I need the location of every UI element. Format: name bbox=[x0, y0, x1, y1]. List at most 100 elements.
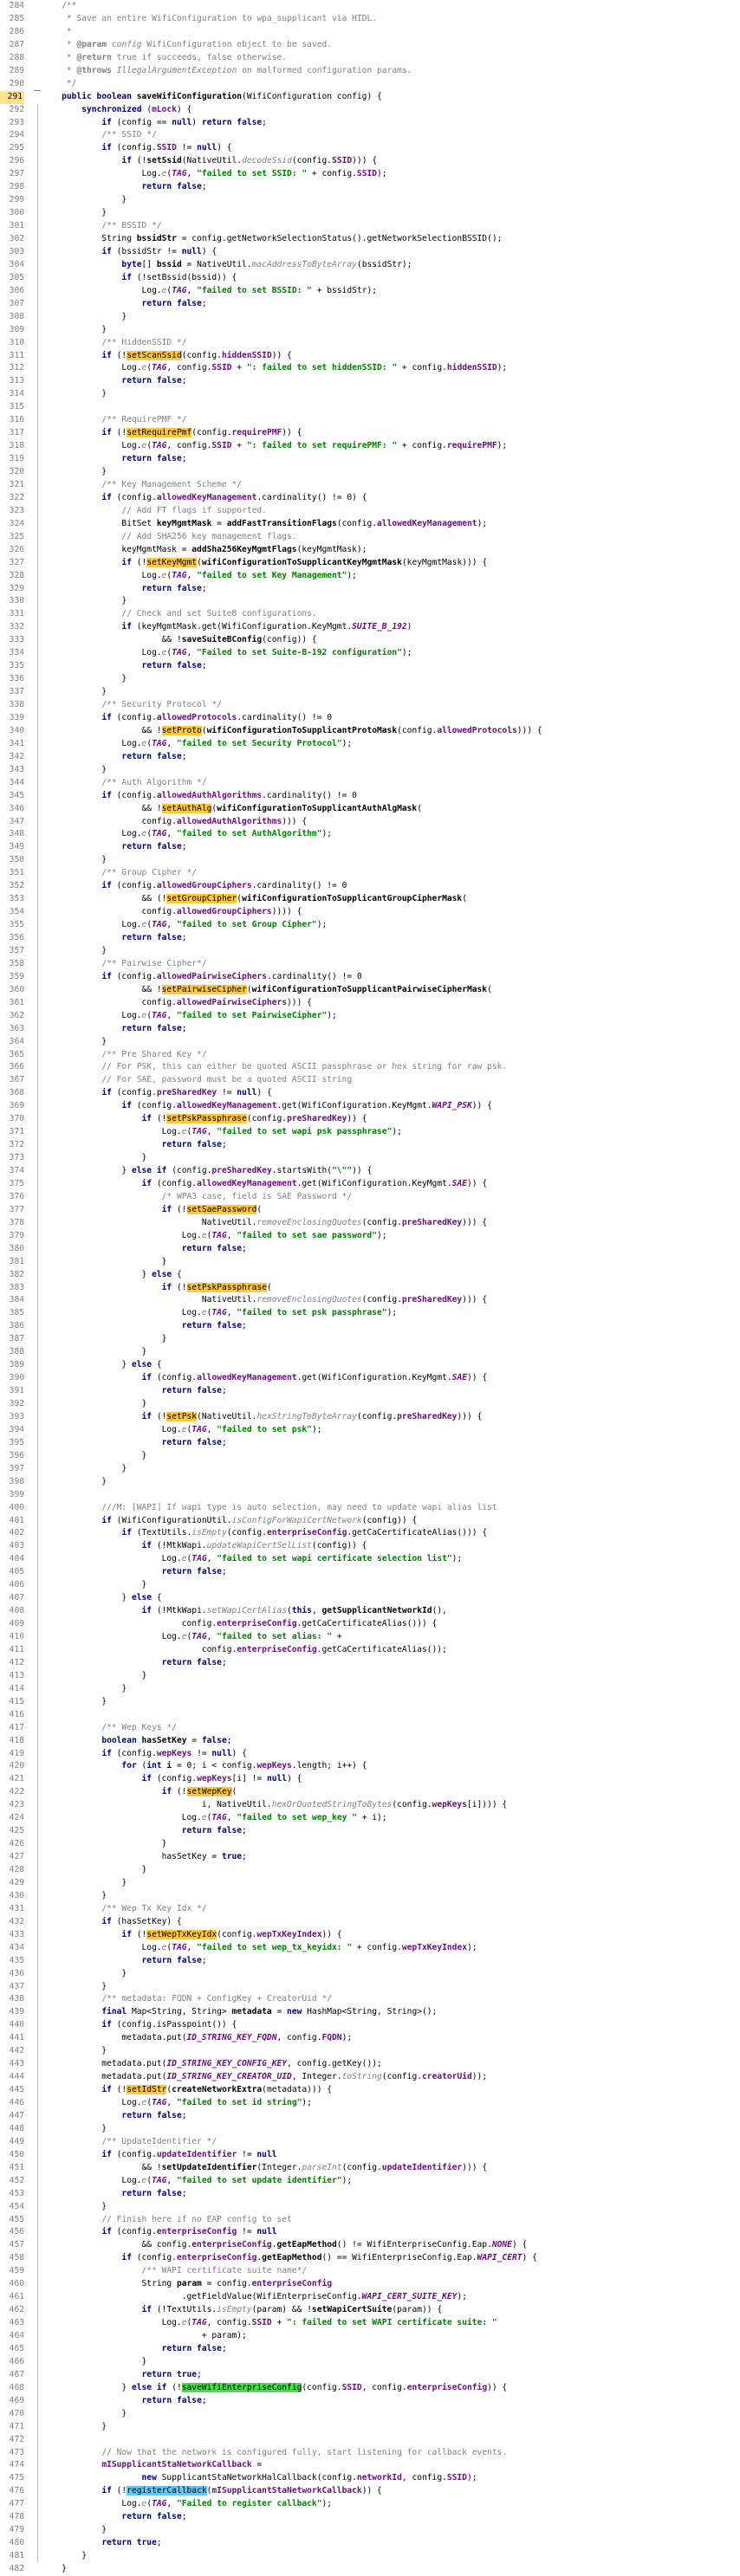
code-line[interactable]: 342 return false; bbox=[0, 751, 740, 764]
code-line[interactable]: 288 * @return true if succeeds, false ot… bbox=[0, 52, 740, 65]
code-line[interactable]: 362 Log.e(TAG, "failed to set PairwiseCi… bbox=[0, 1010, 740, 1023]
code-line[interactable]: 332 if (keyMgmtMask.get(WifiConfiguratio… bbox=[0, 621, 740, 634]
code-line[interactable]: 364 } bbox=[0, 1036, 740, 1049]
code-line[interactable]: 355 Log.e(TAG, "failed to set Group Ciph… bbox=[0, 919, 740, 932]
code-line[interactable]: 370 if (!setPskPassphrase(config.preShar… bbox=[0, 1113, 740, 1126]
code-line[interactable]: 432 if (hasSetKey) { bbox=[0, 1916, 740, 1929]
code-line[interactable]: 416 bbox=[0, 1709, 740, 1722]
code-line[interactable]: 322 if (config.allowedKeyManagement.card… bbox=[0, 492, 740, 505]
code-line[interactable]: 324 BitSet keyMgmtMask = addFastTransiti… bbox=[0, 518, 740, 531]
code-line[interactable]: 471 } bbox=[0, 2421, 740, 2434]
code-line[interactable]: 387 } bbox=[0, 1333, 740, 1346]
code-line[interactable]: 314 } bbox=[0, 388, 740, 401]
code-line[interactable]: 348 Log.e(TAG, "failed to set AuthAlgori… bbox=[0, 828, 740, 841]
code-line[interactable]: 443 metadata.put(ID_STRING_KEY_CONFIG_KE… bbox=[0, 2058, 740, 2071]
code-line[interactable]: 442 } bbox=[0, 2045, 740, 2058]
code-line[interactable]: 469 return false; bbox=[0, 2395, 740, 2408]
code-line[interactable]: 452 Log.e(TAG, "failed to set update ide… bbox=[0, 2175, 740, 2188]
code-line[interactable]: 391 return false; bbox=[0, 1385, 740, 1398]
code-line[interactable]: 437 } bbox=[0, 1981, 740, 1994]
code-line[interactable]: 456 if (config.enterpriseConfig != null bbox=[0, 2226, 740, 2239]
code-line[interactable]: 347 config.allowedAuthAlgorithms))) { bbox=[0, 816, 740, 829]
code-line[interactable]: 295 if (config.SSID != null) { bbox=[0, 142, 740, 155]
code-line[interactable]: 368 if (config.preSharedKey != null) { bbox=[0, 1087, 740, 1100]
code-line[interactable]: 466 } bbox=[0, 2356, 740, 2369]
code-line[interactable]: 419 if (config.wepKeys != null) { bbox=[0, 1748, 740, 1761]
code-line[interactable]: 380 return false; bbox=[0, 1243, 740, 1256]
code-line[interactable]: 461 .getFieldValue(WifiEnterpriseConfig.… bbox=[0, 2291, 740, 2304]
code-line[interactable]: 329 return false; bbox=[0, 583, 740, 596]
code-line[interactable]: 336 } bbox=[0, 673, 740, 686]
code-line[interactable]: 320 } bbox=[0, 466, 740, 479]
code-line[interactable]: 390 if (config.allowedKeyManagement.get(… bbox=[0, 1372, 740, 1385]
code-line[interactable]: 402 if (TextUtils.isEmpty(config.enterpr… bbox=[0, 1527, 740, 1540]
code-line[interactable]: 467 return true; bbox=[0, 2369, 740, 2382]
code-line[interactable]: 377 if (!setSaePassword( bbox=[0, 1204, 740, 1217]
code-line[interactable]: 379 Log.e(TAG, "failed to set sae passwo… bbox=[0, 1230, 740, 1243]
code-line[interactable]: 359 if (config.allowedPairwiseCiphers.ca… bbox=[0, 971, 740, 984]
code-line[interactable]: 367 // For SAE, password must be a quote… bbox=[0, 1074, 740, 1087]
code-line[interactable]: 308 } bbox=[0, 311, 740, 324]
code-line[interactable]: 352 if (config.allowedGroupCiphers.cardi… bbox=[0, 880, 740, 893]
code-line[interactable]: 427 hasSetKey = true; bbox=[0, 1851, 740, 1864]
code-line[interactable]: 458 if (config.enterpriseConfig.getEapMe… bbox=[0, 2252, 740, 2265]
code-line[interactable]: 284 /** bbox=[0, 0, 740, 13]
code-line[interactable]: 376 /* WPA3 case, field is SAE Password … bbox=[0, 1191, 740, 1204]
code-line[interactable]: 300 } bbox=[0, 207, 740, 220]
code-line[interactable]: 333 && !saveSuiteBConfig(config)) { bbox=[0, 634, 740, 647]
code-line[interactable]: 291 public boolean saveWifiConfiguration… bbox=[0, 90, 740, 104]
code-line[interactable]: 414 } bbox=[0, 1683, 740, 1696]
code-line[interactable]: 363 return false; bbox=[0, 1023, 740, 1036]
code-line[interactable]: 356 return false; bbox=[0, 932, 740, 945]
code-line[interactable]: 475 new SupplicantStaNetworkHalCallback(… bbox=[0, 2472, 740, 2485]
code-line[interactable]: 299 } bbox=[0, 194, 740, 207]
code-line[interactable]: 397 } bbox=[0, 1463, 740, 1476]
code-line[interactable]: 434 Log.e(TAG, "failed to set wep_tx_key… bbox=[0, 1942, 740, 1955]
code-line[interactable]: 346 && !setAuthAlg (wifiConfigurationToSu… bbox=[0, 803, 740, 816]
code-line[interactable]: 482 } bbox=[0, 2563, 740, 2576]
code-line[interactable]: 439 final Map<String, String> metadata =… bbox=[0, 2006, 740, 2019]
code-line[interactable]: 392 } bbox=[0, 1398, 740, 1411]
code-line[interactable]: 289 * @throws IllegalArgumentException o… bbox=[0, 65, 740, 78]
code-line[interactable]: 445 if (!setIdStr(createNetworkExtra(met… bbox=[0, 2084, 740, 2097]
code-line[interactable]: 463 Log.e(TAG, config.SSID + ": failed t… bbox=[0, 2317, 740, 2330]
code-line[interactable]: 340 && !setProto(wifiConfigurationToSupp… bbox=[0, 725, 740, 738]
code-line[interactable]: 290 */ bbox=[0, 78, 740, 91]
code-line[interactable]: 421 if (config.wepKeys[i] != null) { bbox=[0, 1773, 740, 1786]
code-line[interactable]: 478 return false; bbox=[0, 2511, 740, 2524]
code-line[interactable]: 459 /** WAPI certificate suite name*/ bbox=[0, 2265, 740, 2278]
code-line[interactable]: 477 Log.e(TAG, "Failed to register callb… bbox=[0, 2498, 740, 2511]
code-line[interactable]: 429 } bbox=[0, 1877, 740, 1890]
code-line[interactable]: 357 } bbox=[0, 945, 740, 958]
code-line[interactable]: 465 return false; bbox=[0, 2343, 740, 2356]
code-line[interactable]: 404 Log.e(TAG, "failed to set wapi certi… bbox=[0, 1553, 740, 1566]
code-line[interactable]: 337 } bbox=[0, 686, 740, 699]
code-line[interactable]: 444 metadata.put(ID_STRING_KEY_CREATOR_U… bbox=[0, 2071, 740, 2084]
code-line[interactable]: 401 if (WifiConfigurationUtil.isConfigFo… bbox=[0, 1515, 740, 1528]
code-line[interactable]: 339 if (config.allowedProtocols.cardinal… bbox=[0, 712, 740, 725]
code-line[interactable]: 468 } else if (!saveWifiEnterpriseConfig… bbox=[0, 2382, 740, 2395]
code-line[interactable]: 406 } bbox=[0, 1579, 740, 1592]
code-line[interactable]: 360 && !setPairwiseCipher (wifiConfigurat… bbox=[0, 984, 740, 997]
code-line[interactable]: 446 Log.e(TAG, "failed to set id string"… bbox=[0, 2097, 740, 2110]
code-line[interactable]: 330 } bbox=[0, 595, 740, 608]
code-line[interactable]: 460 String param = config.enterpriseConf… bbox=[0, 2278, 740, 2291]
code-line[interactable]: 315 bbox=[0, 401, 740, 414]
code-line[interactable]: 335 return false; bbox=[0, 660, 740, 673]
code-line[interactable]: 350 } bbox=[0, 854, 740, 867]
code-line[interactable]: 316 /** RequirePMF */ bbox=[0, 414, 740, 427]
code-line[interactable]: 388 } bbox=[0, 1346, 740, 1359]
code-line[interactable]: 474 mISupplicantStaNetworkCallback = bbox=[0, 2459, 740, 2472]
code-line[interactable]: 309 } bbox=[0, 324, 740, 337]
code-line[interactable]: 353 && (!setGroupCipher (wifiConfiguratio… bbox=[0, 893, 740, 906]
code-line[interactable]: 323 // Add FT flags if supported. bbox=[0, 505, 740, 518]
code-line[interactable]: 400 ///M: [WAPI] If wapi type is auto se… bbox=[0, 1502, 740, 1515]
code-line[interactable]: 344 /** Auth Algorithm */ bbox=[0, 777, 740, 790]
code-line[interactable]: 358 /** Pairwise Cipher*/ bbox=[0, 958, 740, 971]
code-line[interactable]: 428 } bbox=[0, 1864, 740, 1877]
code-line[interactable]: 431 /** Wep Tx Key Idx */ bbox=[0, 1903, 740, 1916]
code-line[interactable]: 305 if (!setBssid(bssid)) { bbox=[0, 272, 740, 285]
code-line[interactable]: 395 return false; bbox=[0, 1437, 740, 1450]
code-line[interactable]: 326 keyMgmtMask = addSha256KeyMgmtFlags(… bbox=[0, 544, 740, 557]
code-line[interactable]: 311 if (!setScanSsid(config.hiddenSSID))… bbox=[0, 350, 740, 363]
